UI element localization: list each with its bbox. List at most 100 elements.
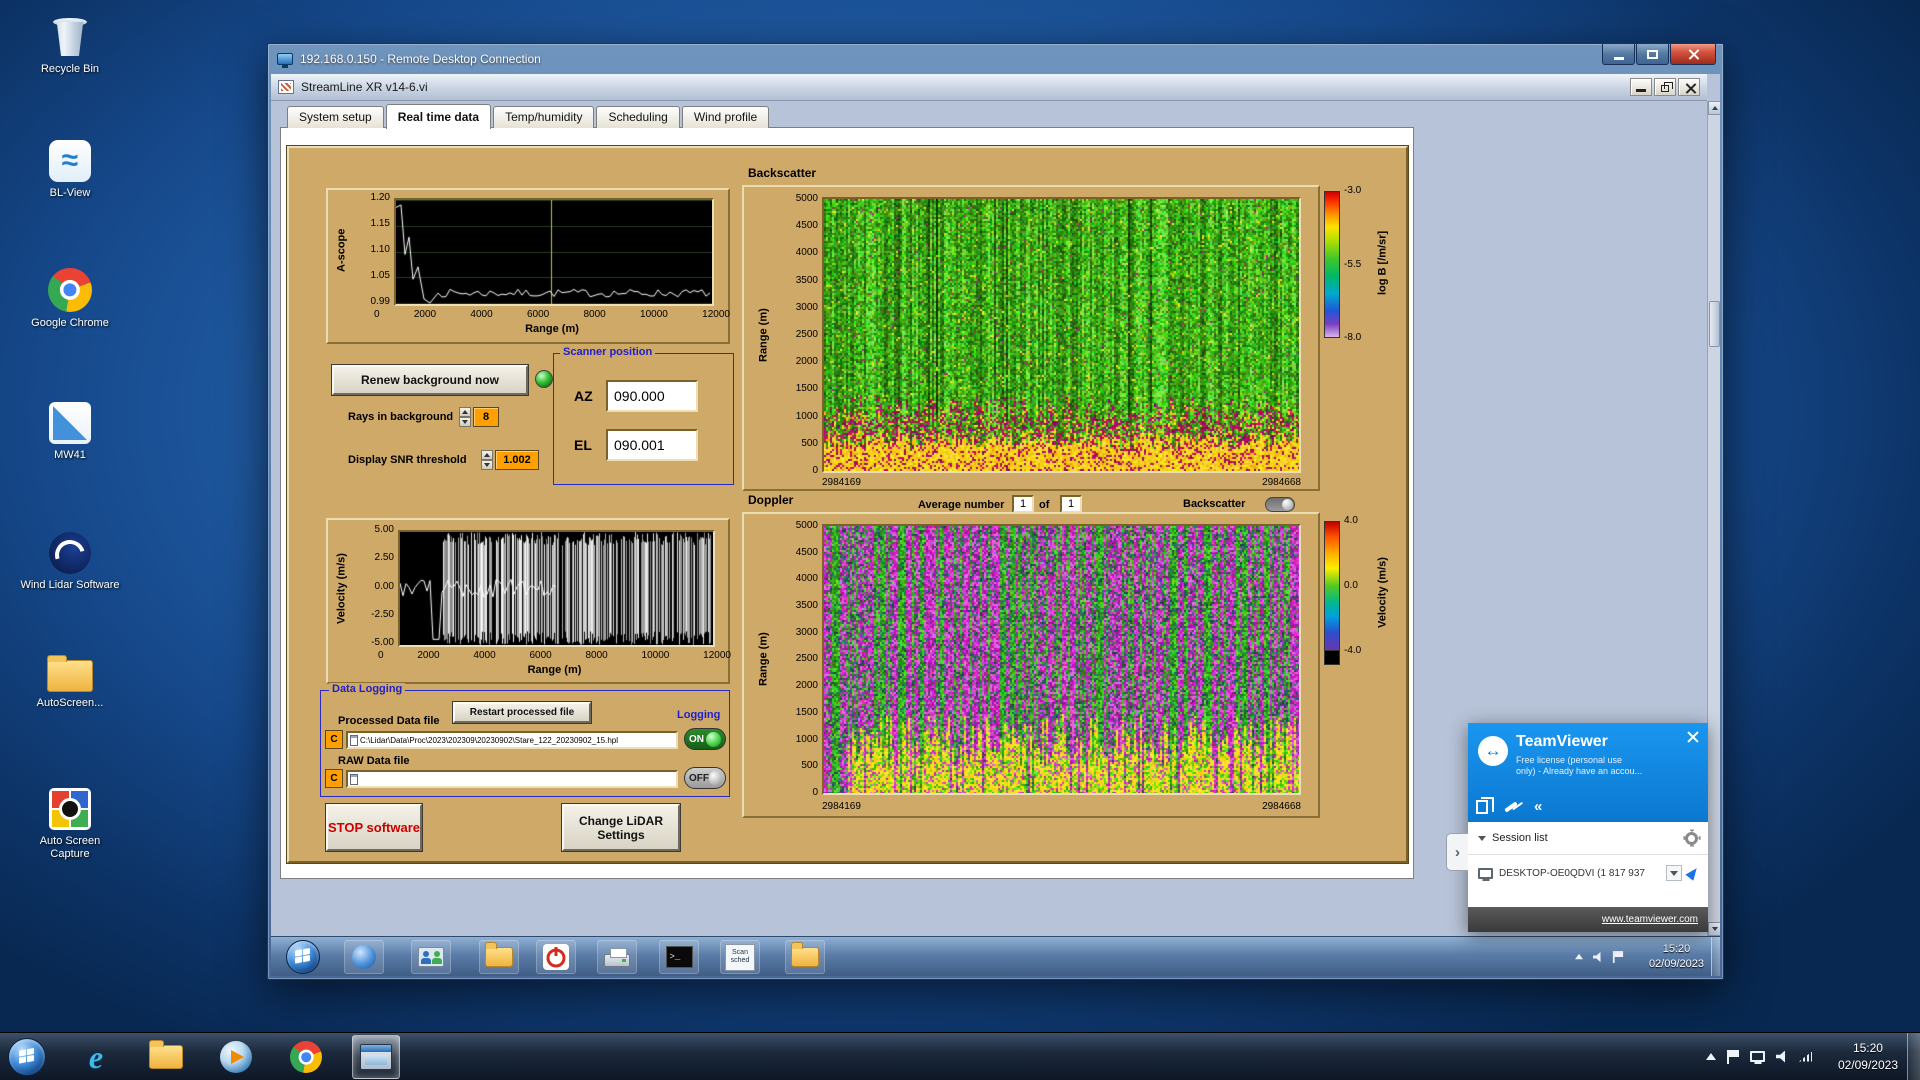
scroll-down-icon[interactable] [1708,922,1720,936]
processed-logging-toggle[interactable]: ON [684,728,726,750]
teamviewer-sessions-icon[interactable] [1476,797,1494,814]
ascope-x-axis-label: Range (m) [525,323,579,335]
taskbar-internet-explorer-icon[interactable] [72,1035,120,1079]
rays-spinner[interactable] [459,407,471,427]
desktop-icon-label: MW41 [54,449,86,461]
desktop-icon-wind-lidar[interactable]: Wind Lidar Software [20,532,120,592]
snr-spinner[interactable] [481,450,493,470]
rdp-titlebar[interactable]: 192.168.0.150 - Remote Desktop Connectio… [268,44,1723,74]
average-total-field[interactable]: 1 [1060,495,1082,513]
taskbar-file-explorer-icon[interactable] [785,940,825,974]
taskbar-remote-users-icon[interactable] [411,940,451,974]
desktop-icon-google-chrome[interactable]: Google Chrome [20,268,120,330]
scanner-position-title: Scanner position [560,346,656,358]
taskbar-remote-desktop-icon[interactable] [352,1035,400,1079]
backscatter-display-toggle[interactable] [1265,497,1295,512]
start-button[interactable] [8,1038,46,1076]
gear-icon[interactable] [1685,831,1698,845]
connect-cursor-icon[interactable] [1685,865,1701,881]
spinner-up-icon[interactable] [459,407,471,417]
app-minimize-button[interactable] [1630,78,1652,96]
taskbar-chrome-icon[interactable] [282,1035,330,1079]
device-dropdown-button[interactable] [1666,865,1682,881]
rays-field[interactable]: 8 [473,407,499,427]
taskbar-power-off-icon[interactable] [536,940,576,974]
rdp-maximize-button[interactable] [1636,44,1669,65]
renew-background-button[interactable]: Renew background now [332,365,528,395]
raw-drive-box[interactable]: C [325,769,343,788]
teamviewer-website-link[interactable]: www.teamviewer.com [1602,914,1698,925]
az-field[interactable]: 090.000 [606,380,698,412]
tray-expand-icon[interactable] [1706,1053,1716,1060]
backscatter-colorbar-label: log B [/m/sr] [1376,230,1389,296]
tab-temp-humidity[interactable]: Temp/humidity [493,106,595,128]
taskbar-network-sphere-icon[interactable] [344,940,384,974]
tab-real-time-data[interactable]: Real time data [385,104,492,129]
el-field[interactable]: 090.001 [606,429,698,461]
remote-start-button[interactable] [286,940,320,974]
average-number-field[interactable]: 1 [1012,495,1034,513]
change-lidar-settings-button[interactable]: Change LiDAR Settings [562,804,680,851]
restart-processed-file-button[interactable]: Restart processed file [453,702,591,723]
volume-icon[interactable] [1776,1050,1785,1063]
raw-logging-toggle[interactable]: OFF [684,767,726,789]
spinner-up-icon[interactable] [481,450,493,460]
taskbar-clock[interactable]: 15:20 02/09/2023 [1838,1040,1898,1074]
app-close-button[interactable] [1678,78,1700,96]
rdp-close-button[interactable] [1670,44,1716,65]
show-desktop-button[interactable] [1907,1033,1920,1080]
doppler-canvas [824,526,1299,793]
az-label: AZ [574,388,593,404]
taskbar-printer-icon[interactable] [597,940,637,974]
teamviewer-expand-tab[interactable] [1446,833,1468,871]
desktop-icon-mw41[interactable]: MW41 [20,402,120,462]
teamviewer-tools-icon[interactable] [1504,801,1518,813]
doppler-x-end: 2984668 [1262,801,1301,812]
action-center-flag-icon[interactable] [1612,950,1624,963]
backscatter-y-axis-label: Range (m) [757,308,770,362]
velocity-plot [398,530,715,647]
spinner-down-icon[interactable] [459,417,471,427]
snr-field[interactable]: 1.002 [495,450,539,470]
desktop-icon-auto-screen-capture[interactable]: Auto Screen Capture [20,788,120,861]
spinner-down-icon[interactable] [481,460,493,470]
processed-drive-box[interactable]: C [325,730,343,749]
desktop-icon-autoscreen[interactable]: AutoScreen... [20,655,120,710]
scroll-up-icon[interactable] [1708,101,1720,115]
app-titlebar[interactable]: StreamLine XR v14-6.vi [271,74,1707,101]
teamviewer-session-list-row[interactable]: Session list [1468,822,1708,855]
app-restore-button[interactable] [1654,78,1676,96]
tab-system-setup[interactable]: System setup [287,106,384,128]
desktop-icon-label: Auto Screen Capture [39,835,101,860]
remote-date: 02/09/2023 [1648,958,1704,970]
rdp-minimize-button[interactable] [1602,44,1635,65]
taskbar-folders-icon[interactable] [479,940,519,974]
tray-expand-icon[interactable] [1575,953,1583,960]
stop-software-button[interactable]: STOP software [326,804,422,851]
taskbar-command-prompt-icon[interactable] [659,940,699,974]
teamviewer-device-row[interactable]: DESKTOP-OE0QDVI (1 817 937 [1468,855,1708,891]
taskbar-file-explorer-icon[interactable] [142,1035,190,1079]
scrollbar-thumb[interactable] [1709,301,1720,347]
vertical-scrollbar[interactable] [1707,101,1720,936]
network-icon[interactable] [1799,1051,1812,1062]
rdp-tray-icon[interactable] [1750,1051,1765,1062]
remote-show-desktop-button[interactable] [1711,937,1720,976]
desktop-icon-bl-view[interactable]: BL-View [20,140,120,200]
tab-scheduling[interactable]: Scheduling [596,106,680,128]
mw41-icon [49,402,91,444]
tab-wind-profile[interactable]: Wind profile [681,106,770,128]
remote-clock[interactable]: 15:20 02/09/2023 [1649,942,1704,972]
taskbar-scan-scheduler-icon[interactable]: Scan sched [720,940,760,974]
data-logging-title: Data Logging [329,683,406,695]
desktop-icon-recycle-bin[interactable]: Recycle Bin [20,12,120,76]
volume-icon[interactable] [1592,951,1601,962]
backscatter-colorbar-ticks: -3.0 -5.5 -8.0 [1344,185,1362,343]
teamviewer-collapse-icon[interactable] [1534,798,1542,816]
processed-path-field[interactable]: C:\Lidar\Data\Proc\2023\202309\20230902\… [346,731,678,749]
action-center-flag-icon[interactable] [1727,1049,1739,1064]
scanner-position-box: Scanner position AZ 090.000 EL 090.001 [553,346,734,485]
teamviewer-close-icon[interactable] [1686,730,1700,744]
taskbar-media-player-icon[interactable] [212,1035,260,1079]
raw-path-field[interactable] [346,770,678,788]
